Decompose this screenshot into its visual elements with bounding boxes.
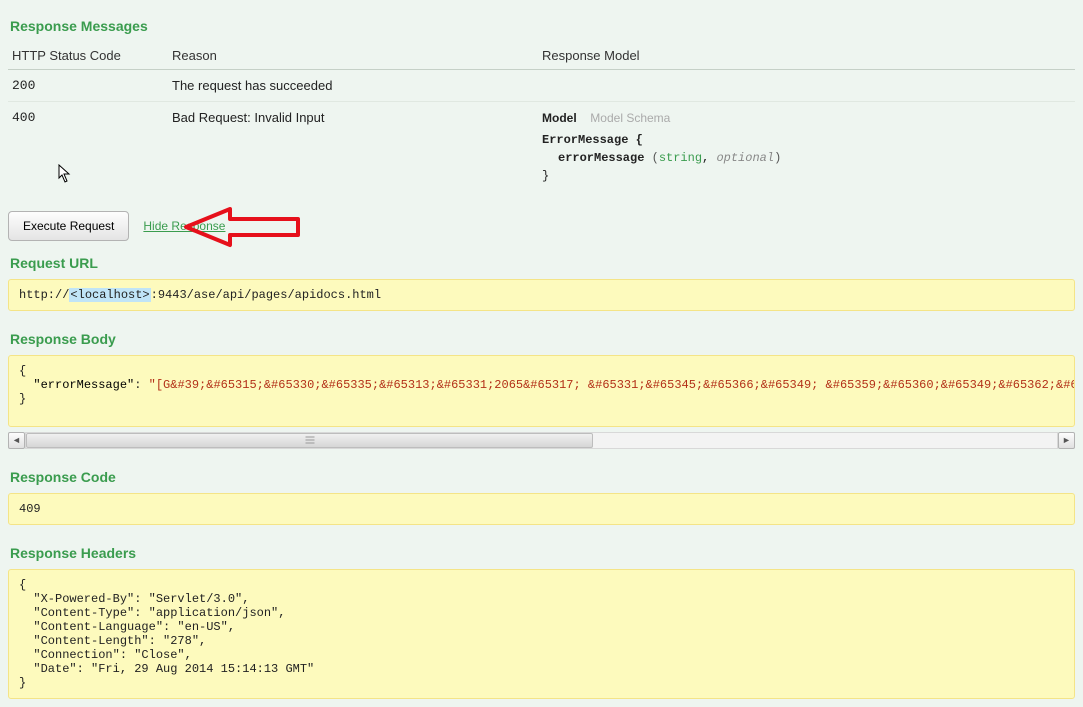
reason: Bad Request: Invalid Input <box>168 102 538 194</box>
scroll-track[interactable] <box>25 432 1058 449</box>
tab-model-schema[interactable]: Model Schema <box>590 111 670 125</box>
execute-request-button[interactable]: Execute Request <box>8 211 129 241</box>
model-prop-type: string <box>659 151 702 165</box>
request-url-block: http://<localhost>:9443/ase/api/pages/ap… <box>8 279 1075 311</box>
section-title-response-messages: Response Messages <box>10 18 1075 34</box>
model-prop-name: errorMessage <box>558 151 644 165</box>
model-body: ErrorMessage { errorMessage (string, opt… <box>542 131 1071 185</box>
scroll-left-icon[interactable]: ◄ <box>8 432 25 449</box>
scroll-right-icon[interactable]: ► <box>1058 432 1075 449</box>
model-name: ErrorMessage { <box>542 133 643 147</box>
response-messages-table: HTTP Status Code Reason Response Model 2… <box>8 42 1075 193</box>
model-tabs: Model Model Schema <box>542 110 1071 125</box>
response-code-block: 409 <box>8 493 1075 525</box>
section-title-response-body: Response Body <box>10 331 1075 347</box>
horizontal-scrollbar[interactable]: ◄ ► <box>8 431 1075 449</box>
section-title-response-code: Response Code <box>10 469 1075 485</box>
scroll-thumb[interactable] <box>26 433 593 448</box>
col-header-status-code: HTTP Status Code <box>8 42 168 70</box>
model-close: } <box>542 169 549 183</box>
col-header-response-model: Response Model <box>538 42 1075 70</box>
model-prop-opt: optional <box>716 151 774 165</box>
tab-model[interactable]: Model <box>542 111 577 125</box>
response-body-block: { "errorMessage": "[G&#39;&#65315;&#6533… <box>8 355 1075 427</box>
section-title-response-headers: Response Headers <box>10 545 1075 561</box>
reason: The request has succeeded <box>168 70 538 102</box>
status-code: 200 <box>8 70 168 102</box>
section-title-request-url: Request URL <box>10 255 1075 271</box>
status-code: 400 <box>8 102 168 194</box>
hide-response-link[interactable]: Hide Response <box>143 219 225 233</box>
col-header-reason: Reason <box>168 42 538 70</box>
table-row: 200 The request has succeeded <box>8 70 1075 102</box>
table-row: 400 Bad Request: Invalid Input Model Mod… <box>8 102 1075 194</box>
